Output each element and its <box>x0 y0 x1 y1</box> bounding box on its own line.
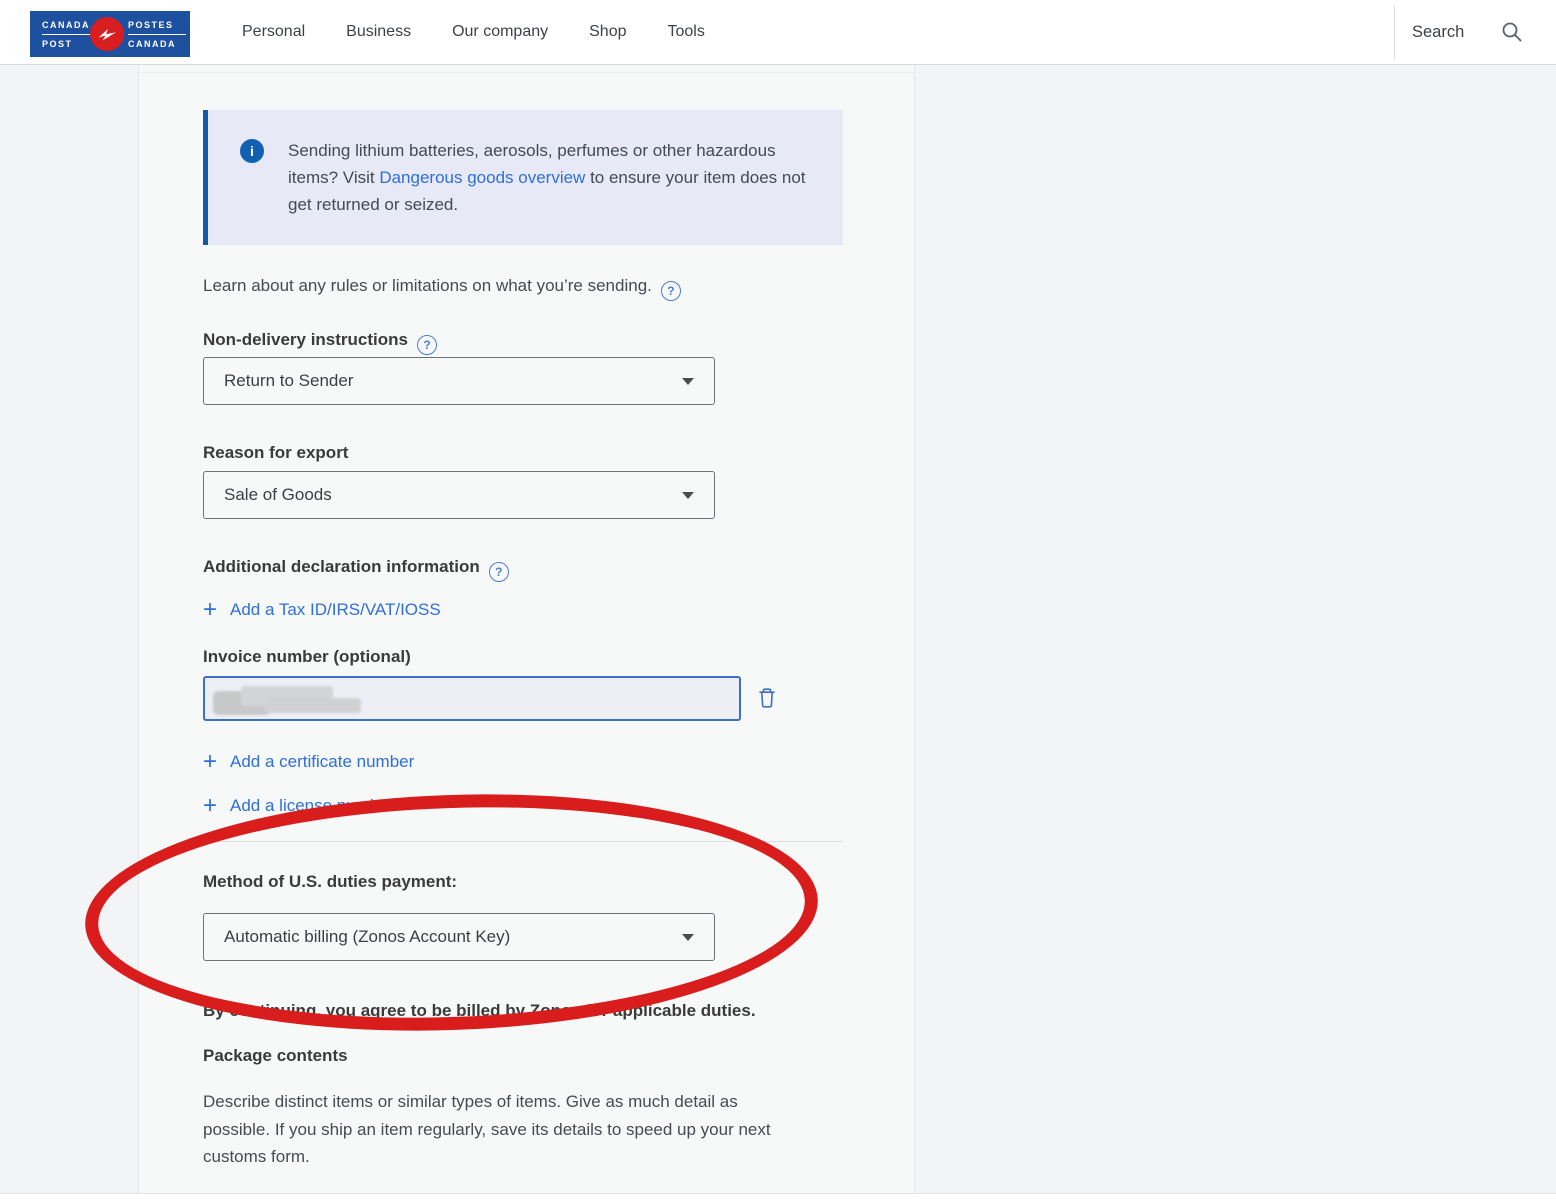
duties-label-row: Method of U.S. duties payment: <box>203 872 457 892</box>
non-delivery-help-icon[interactable]: ? <box>417 335 437 355</box>
canada-post-logo[interactable]: CANADA POST POSTES CANADA <box>30 11 190 57</box>
non-delivery-label: Non-delivery instructions <box>203 330 408 349</box>
chevron-down-icon <box>682 492 694 499</box>
logo-divider-line <box>128 34 186 35</box>
panel-top-line <box>139 72 914 73</box>
non-delivery-label-row: Non-delivery instructions? <box>203 330 437 355</box>
plus-icon: + <box>203 600 217 620</box>
reason-selected-value: Sale of Goods <box>224 485 682 505</box>
add-tax-id-link[interactable]: + Add a Tax ID/IRS/VAT/IOSS <box>203 600 441 620</box>
agree-row: By continuing, you agree to be billed by… <box>203 1001 756 1021</box>
duties-payment-select[interactable]: Automatic billing (Zonos Account Key) <box>203 913 715 961</box>
dangerous-goods-link[interactable]: Dangerous goods overview <box>379 168 585 187</box>
logo-red-circle <box>90 17 124 51</box>
add-certificate-link[interactable]: + Add a certificate number <box>203 752 414 772</box>
header-divider <box>1394 6 1395 59</box>
invoice-label-row: Invoice number (optional) <box>203 647 411 667</box>
delete-invoice-button[interactable] <box>752 683 782 713</box>
logo-word-canada-fr: CANADA <box>128 37 186 51</box>
invoice-number-input[interactable] <box>203 676 741 721</box>
non-delivery-selected-value: Return to Sender <box>224 371 682 391</box>
plus-icon: + <box>203 752 217 772</box>
logo-word-post: POST <box>42 37 98 51</box>
additional-declaration-help-icon[interactable]: ? <box>489 562 509 582</box>
reason-label-row: Reason for export <box>203 443 348 463</box>
nav-item-tools[interactable]: Tools <box>668 23 705 41</box>
logo-right-text: POSTES CANADA <box>128 11 186 57</box>
add-license-link[interactable]: + Add a license number <box>203 796 394 816</box>
plus-icon: + <box>203 796 217 816</box>
rules-limitations-row: Learn about any rules or limitations on … <box>203 276 681 301</box>
rules-limitations-text: Learn about any rules or limitations on … <box>203 276 652 295</box>
search-button[interactable]: Search <box>1404 0 1532 64</box>
non-delivery-select[interactable]: Return to Sender <box>203 357 715 405</box>
rules-help-icon[interactable]: ? <box>661 281 681 301</box>
nav-item-our-company[interactable]: Our company <box>452 23 548 41</box>
invoice-number-label: Invoice number (optional) <box>203 647 411 666</box>
nav-item-business[interactable]: Business <box>346 23 411 41</box>
nav-item-shop[interactable]: Shop <box>589 23 626 41</box>
chevron-down-icon <box>682 378 694 385</box>
additional-declaration-row: Additional declaration information? <box>203 557 509 582</box>
banner-text: Sending lithium batteries, aerosols, per… <box>288 137 821 218</box>
nav-item-personal[interactable]: Personal <box>242 23 305 41</box>
chevron-down-icon <box>682 934 694 941</box>
main-nav: Personal Business Our company Shop Tools <box>242 0 705 64</box>
add-license-label: Add a license number <box>230 796 394 816</box>
site-header: CANADA POST POSTES CANADA Personal Busin… <box>0 0 1556 65</box>
zonos-agreement-text: By continuing, you agree to be billed by… <box>203 1001 756 1020</box>
reason-for-export-label: Reason for export <box>203 443 348 462</box>
package-contents-title-row: Package contents <box>203 1046 348 1066</box>
info-banner: i Sending lithium batteries, aerosols, p… <box>203 110 843 245</box>
info-icon: i <box>240 139 264 163</box>
logo-word-postes: POSTES <box>128 18 186 32</box>
add-tax-id-label: Add a Tax ID/IRS/VAT/IOSS <box>230 600 441 620</box>
bottom-strip <box>0 1194 1556 1202</box>
postal-wing-icon <box>97 26 117 42</box>
search-label: Search <box>1412 23 1464 42</box>
search-icon[interactable] <box>1500 20 1524 44</box>
redacted-invoice-value <box>213 685 373 715</box>
add-certificate-label: Add a certificate number <box>230 752 414 772</box>
package-contents-title: Package contents <box>203 1046 348 1065</box>
additional-declaration-label: Additional declaration information <box>203 557 480 576</box>
section-divider <box>203 841 843 842</box>
reason-for-export-select[interactable]: Sale of Goods <box>203 471 715 519</box>
package-contents-description: Describe distinct items or similar types… <box>203 1088 783 1171</box>
duties-selected-value: Automatic billing (Zonos Account Key) <box>224 927 682 947</box>
duties-payment-label: Method of U.S. duties payment: <box>203 872 457 891</box>
trash-icon <box>757 687 777 709</box>
